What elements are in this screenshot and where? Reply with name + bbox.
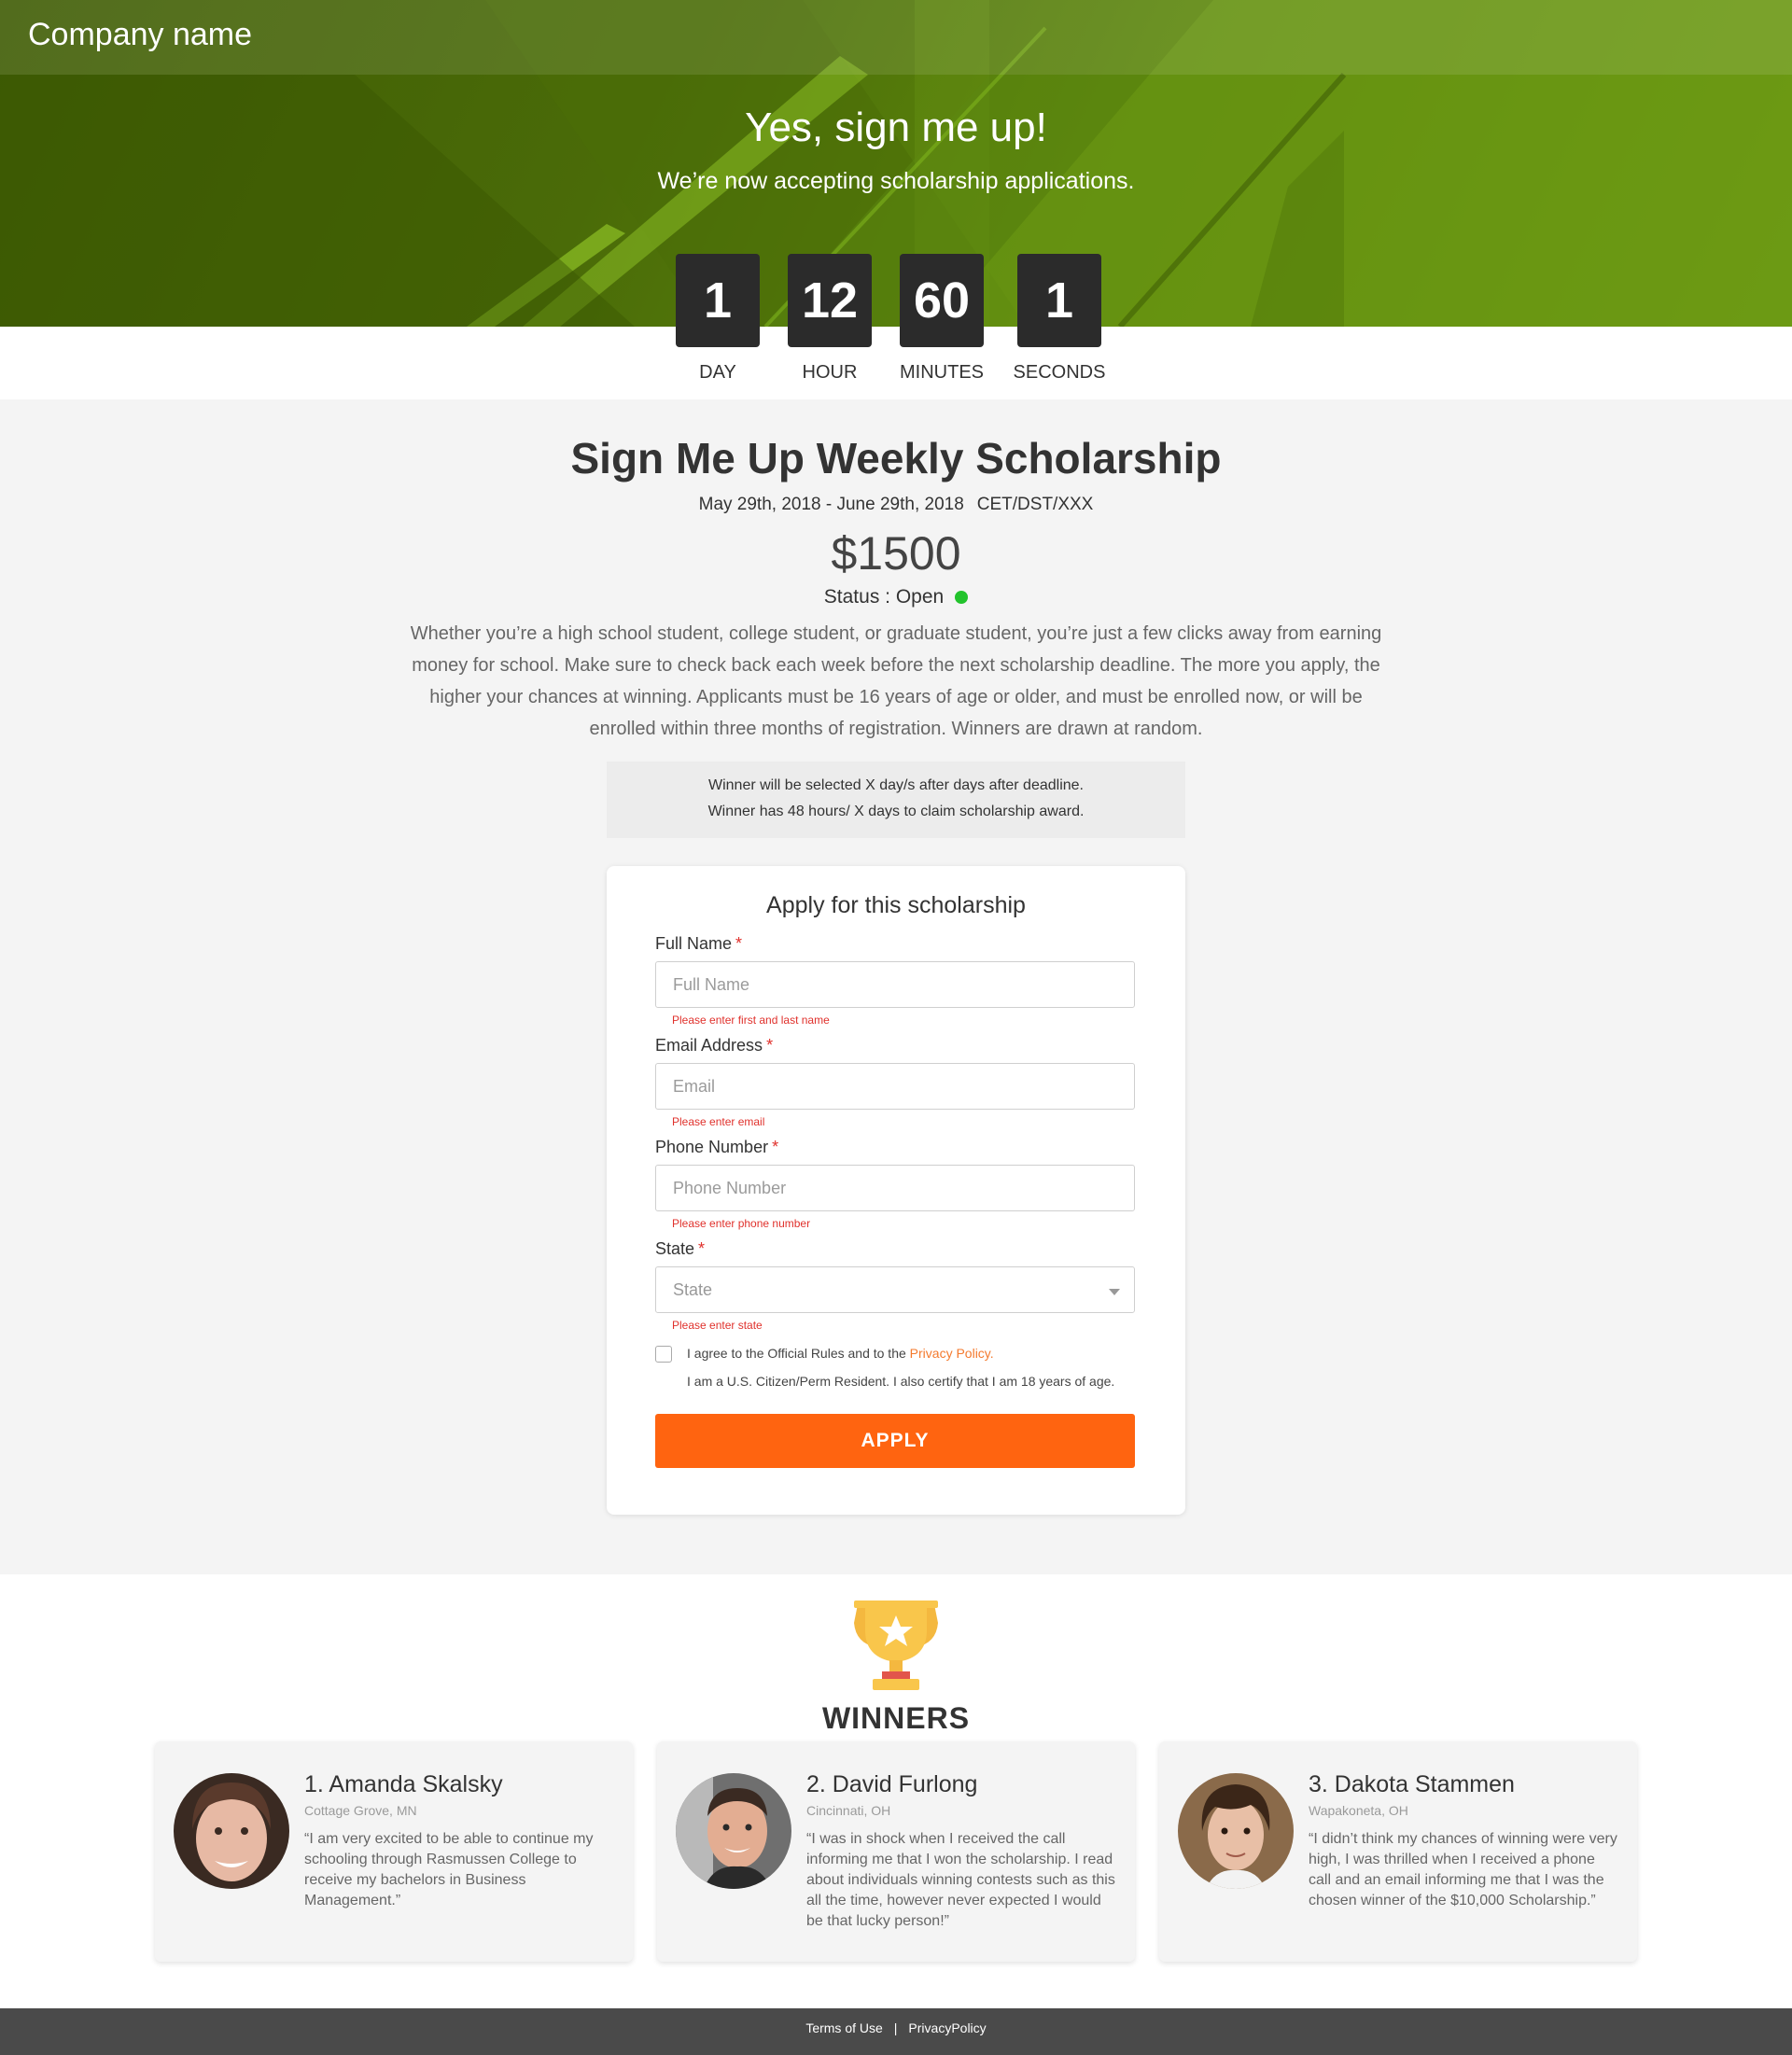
countdown-seconds-label: SECONDS: [1013, 362, 1106, 383]
state-select[interactable]: State: [655, 1266, 1137, 1313]
winner-name: 1. Amanda Skalsky: [304, 1771, 503, 1797]
scholarship-dates: May 29th, 2018 - June 29th, 2018 CET/DST/…: [0, 495, 1792, 515]
winner-card: 3. Dakota Stammen Wapakoneta, OH “I didn…: [1159, 1741, 1637, 1962]
footer-separator: |: [893, 2020, 898, 2035]
scholarship-section: Sign Me Up Weekly Scholarship May 29th, …: [0, 399, 1792, 1574]
full-name-error: Please enter first and last name: [672, 1014, 830, 1027]
winner-note: Winner will be selected X day/s after da…: [607, 762, 1185, 838]
phone-label: Phone Number *: [655, 1138, 779, 1156]
status-text: Status : Open: [823, 586, 945, 608]
top-bar: [0, 0, 1792, 75]
email-input[interactable]: [655, 1063, 1135, 1110]
winner-note-line-2: Winner has 48 hours/ X days to claim sch…: [707, 804, 1085, 819]
privacy-policy-footer-link[interactable]: PrivacyPolicy: [908, 2020, 986, 2035]
trophy-icon: [854, 1601, 938, 1690]
winner-quote: “I was in shock when I received the call…: [806, 1831, 1115, 1929]
scholarship-amount: $1500: [831, 527, 961, 580]
avatar: [676, 1773, 791, 1889]
agree-checkbox[interactable]: [655, 1346, 672, 1363]
countdown-minutes-label: MINUTES: [900, 362, 984, 383]
timezone: CET/DST/XXX: [976, 495, 1094, 514]
winner-card: 2. David Furlong Cincinnati, OH “I was i…: [657, 1741, 1135, 1962]
countdown-day-value: 1: [676, 254, 760, 347]
scholarship-description: Whether you’re a high school student, co…: [410, 623, 1382, 739]
countdown-hour-label: HOUR: [802, 362, 858, 383]
required-mark: *: [698, 1239, 706, 1258]
winner-location: Wapakoneta, OH: [1309, 1803, 1408, 1818]
form-title: Apply for this scholarship: [766, 892, 1026, 918]
countdown-seconds-value: 1: [1017, 254, 1101, 347]
countdown: 1 DAY 12 HOUR 60 MINUTES 1 SECONDS: [0, 254, 1792, 384]
status-indicator: Status : Open: [823, 586, 969, 608]
state-label: State *: [655, 1239, 706, 1258]
winner-quote: “I am very excited to be able to continu…: [304, 1831, 594, 1908]
agreement-text: I agree to the Official Rules and to the…: [687, 1339, 1114, 1395]
certify-text: I am a U.S. Citizen/Perm Resident. I als…: [687, 1374, 1115, 1389]
footer: Terms of Use | PrivacyPolicy: [0, 2008, 1792, 2055]
required-mark: *: [735, 934, 743, 953]
winner-name: 2. David Furlong: [806, 1771, 978, 1797]
required-mark: *: [772, 1138, 779, 1156]
application-form: Apply for this scholarship Full Name* Pl…: [607, 866, 1185, 1515]
hero-subtitle: We’re now accepting scholarship applicat…: [657, 168, 1135, 194]
winner-quote: “I didn’t think my chances of winning we…: [1309, 1831, 1617, 1908]
date-range: May 29th, 2018 - June 29th, 2018: [698, 495, 964, 514]
state-select-value[interactable]: State: [655, 1266, 1135, 1313]
full-name-label: Full Name *: [655, 934, 743, 953]
winner-note-line-1: Winner will be selected X day/s after da…: [708, 777, 1084, 793]
hero-title: Yes, sign me up!: [745, 105, 1047, 150]
scholarship-title: Sign Me Up Weekly Scholarship: [570, 434, 1222, 482]
status-dot-icon: [955, 591, 969, 604]
apply-button[interactable]: APPLY: [655, 1414, 1135, 1468]
countdown-minutes-value: 60: [900, 254, 984, 347]
state-error: Please enter state: [672, 1319, 763, 1332]
chevron-down-icon: [1109, 1289, 1120, 1295]
privacy-policy-link[interactable]: Privacy Policy.: [910, 1346, 994, 1361]
phone-error: Please enter phone number: [672, 1217, 811, 1230]
avatar: [1178, 1773, 1294, 1889]
winner-location: Cincinnati, OH: [806, 1803, 891, 1818]
winner-card: 1. Amanda Skalsky Cottage Grove, MN “I a…: [155, 1741, 633, 1962]
countdown-hour-value: 12: [788, 254, 872, 347]
required-mark: *: [766, 1036, 774, 1055]
company-name[interactable]: Company name: [28, 17, 252, 53]
avatar: [174, 1773, 289, 1889]
countdown-day-label: DAY: [699, 362, 736, 383]
email-label: Email Address *: [655, 1036, 774, 1055]
email-error: Please enter email: [672, 1115, 765, 1128]
full-name-input[interactable]: [655, 961, 1135, 1008]
winners-section: WINNERS 1. Amanda Skalsky Cottage Grove,…: [0, 1574, 1792, 2008]
agreement: I agree to the Official Rules and to the…: [655, 1345, 1137, 1395]
phone-input[interactable]: [655, 1165, 1135, 1211]
winner-location: Cottage Grove, MN: [304, 1803, 417, 1818]
winners-title: WINNERS: [821, 1701, 971, 1735]
winners-list: 1. Amanda Skalsky Cottage Grove, MN “I a…: [0, 1741, 1792, 1962]
winner-name: 3. Dakota Stammen: [1309, 1771, 1515, 1797]
terms-of-use-link[interactable]: Terms of Use: [805, 2020, 882, 2035]
